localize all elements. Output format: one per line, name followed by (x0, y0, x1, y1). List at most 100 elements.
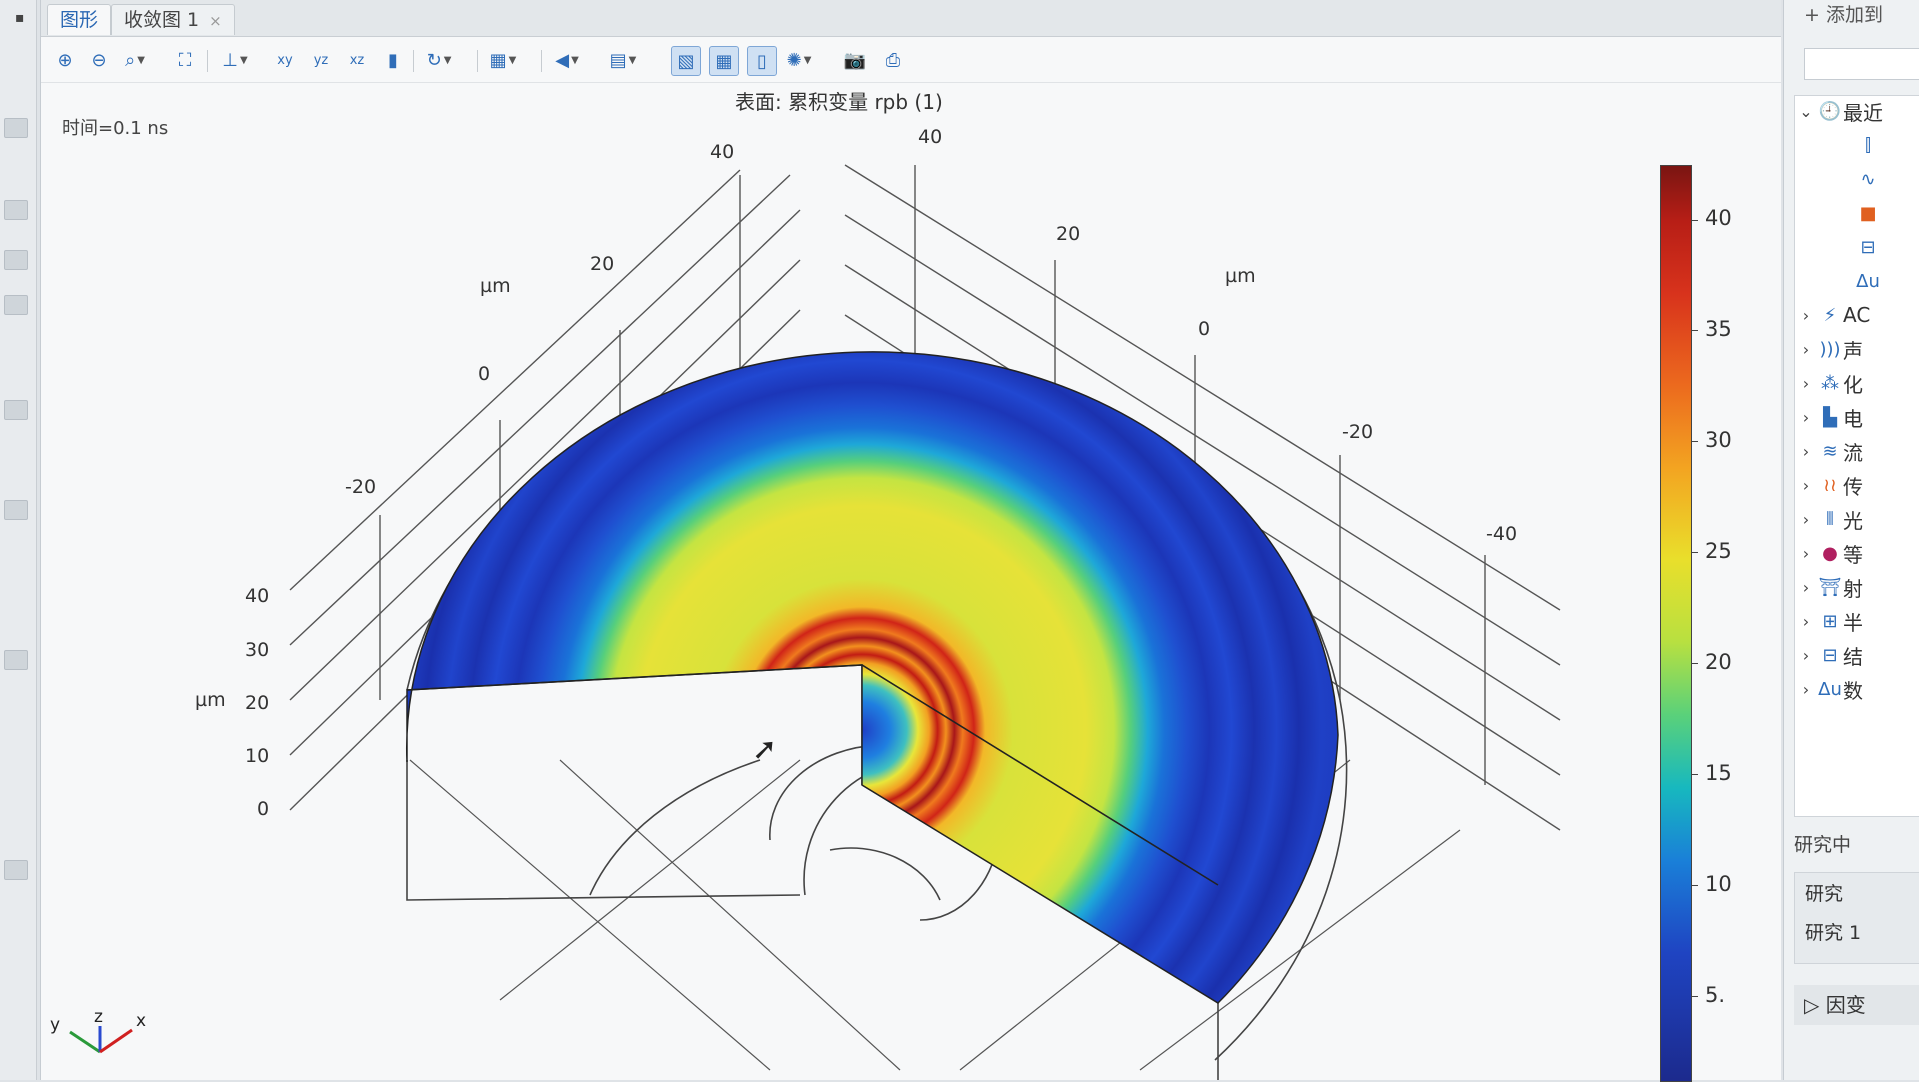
colorbar-label: 40 (1705, 206, 1732, 230)
delta-u-icon: Δu (1856, 270, 1880, 292)
colorbar-tick (1692, 552, 1698, 553)
svg-text:40: 40 (710, 141, 734, 163)
dependent-variables-label: 因变 (1825, 993, 1866, 1017)
colorbar-label: 35 (1705, 317, 1732, 341)
svg-text:µm: µm (195, 689, 226, 711)
svg-text:20: 20 (245, 692, 269, 714)
colorbar-tick (1692, 774, 1698, 775)
svg-text:µm: µm (1225, 265, 1256, 287)
heat-transfer-icon: ≀≀ (1823, 474, 1837, 496)
recent-item[interactable]: Δu (1855, 266, 1881, 296)
colorbar-tick (1692, 663, 1698, 664)
tree-item-label: 最近 (1843, 100, 1883, 125)
tree-item-label: 电 (1843, 406, 1863, 431)
recent-item[interactable]: ⊟ (1855, 232, 1881, 262)
tree-item[interactable]: › ≋ 流 (1795, 436, 1863, 466)
chevron-right-icon[interactable]: › (1795, 646, 1817, 665)
physics-panel: + 添加到 ⌄ 🕘 最近 ⫿ ∿ ■ ⊟ Δu › ⚡ AC ›))) 声 › ⁂ 化 ›… (1783, 0, 1919, 1080)
chevron-right-icon[interactable]: › (1795, 442, 1817, 461)
chevron-right-icon[interactable]: › (1795, 680, 1817, 699)
chevron-right-icon[interactable]: › (1795, 476, 1817, 495)
tree-item-label: 半 (1843, 610, 1863, 635)
axis-triad: y z x (50, 1007, 146, 1054)
tree-item-label: 数 (1843, 678, 1863, 703)
physics-tree: ⌄ 🕘 最近 ⫿ ∿ ■ ⊟ Δu › ⚡ AC ›))) 声 › ⁂ 化 › ▙ 电 › ≋ 流… (1794, 95, 1919, 817)
plot-title: 表面: 累积变量 rpb (1) (735, 90, 943, 114)
recent-item[interactable]: ■ (1855, 198, 1881, 228)
colorbar-label: 15 (1705, 761, 1732, 785)
svg-text:y: y (50, 1015, 60, 1035)
svg-text:30: 30 (245, 639, 269, 661)
colorbar-label: 5. (1705, 983, 1726, 1007)
tree-item-label: 光 (1843, 508, 1863, 533)
svg-text:-20: -20 (1342, 421, 1373, 443)
svg-text:z: z (94, 1007, 103, 1027)
color-legend-bar (1660, 165, 1692, 1082)
search-input[interactable] (1804, 48, 1919, 80)
svg-text:40: 40 (918, 126, 942, 148)
tree-item[interactable]: › ⚡ AC (1795, 300, 1871, 330)
flow-icon: ≋ (1822, 440, 1838, 462)
tree-item[interactable]: › ● 等 (1795, 538, 1863, 568)
tree-item[interactable]: › ⦀ 光 (1795, 504, 1863, 534)
tree-item[interactable]: ›))) 声 (1795, 334, 1863, 364)
tree-item[interactable]: › ▙ 电 (1795, 402, 1863, 432)
delta-u-icon: Δu (1818, 678, 1842, 700)
section-title: 研究中 (1794, 834, 1852, 856)
colorbar-label: 20 (1705, 650, 1732, 674)
study-list: 研究 研究 1 (1794, 872, 1919, 964)
colorbar-label: 10 (1705, 872, 1732, 896)
acoustics-icon: ))) (1819, 338, 1841, 360)
ac-icon: ⚡ (1823, 304, 1837, 326)
colorbar-tick (1692, 220, 1698, 221)
chevron-down-icon[interactable]: ⌄ (1795, 102, 1817, 121)
tree-item[interactable]: › ⊞ 半 (1795, 606, 1863, 636)
radiation-icon: ⛩ (1818, 576, 1842, 598)
chevron-right-icon[interactable]: › (1795, 578, 1817, 597)
plasma-icon: ● (1822, 542, 1838, 564)
tree-item-label: AC (1843, 303, 1871, 327)
chevron-right-icon[interactable]: › (1795, 408, 1817, 427)
colorbar-label: 30 (1705, 428, 1732, 452)
tree-item[interactable]: › Δu 数 (1795, 674, 1863, 704)
tree-item[interactable]: › ≀≀ 传 (1795, 470, 1863, 500)
recent-item[interactable]: ⫿ (1855, 130, 1881, 160)
clock-icon: 🕘 (1818, 100, 1842, 122)
svg-text:-20: -20 (345, 476, 376, 498)
chevron-right-icon[interactable]: › (1795, 544, 1817, 563)
colorbar-tick (1692, 996, 1698, 997)
tree-item-label: 结 (1843, 644, 1863, 669)
study-item[interactable]: 研究 (1795, 873, 1919, 912)
chevron-right-icon[interactable]: › (1795, 340, 1817, 359)
mouse-cursor-icon: ➚ (752, 732, 778, 767)
semiconductor-icon: ⊞ (1822, 610, 1838, 632)
electrochem-icon: ▙ (1823, 406, 1837, 428)
tree-item[interactable]: › ⁂ 化 (1795, 368, 1863, 398)
heat-icon: ■ (1859, 202, 1877, 224)
tree-item-label: 化 (1843, 372, 1863, 397)
svg-text:x: x (136, 1011, 146, 1031)
study-item[interactable]: 研究 1 (1795, 912, 1919, 951)
tree-item[interactable]: › ⛩ 射 (1795, 572, 1863, 602)
axis-ticks-z: 40 30 20 10 0 µm (195, 585, 269, 820)
svg-text:0: 0 (478, 363, 490, 385)
chemistry-icon: ⁂ (1821, 372, 1839, 394)
chevron-right-icon[interactable]: › (1795, 374, 1817, 393)
tree-item[interactable]: › ⊟ 结 (1795, 640, 1863, 670)
wave-icon: ∿ (1860, 168, 1876, 190)
dependent-variables-item[interactable]: ▷ 因变 (1794, 985, 1919, 1025)
plot-canvas[interactable]: 40 20 0 -20 µm 40 20 0 -20 -40 µm 40 30 … (0, 0, 1919, 1080)
colorbar-tick (1692, 441, 1698, 442)
recent-item[interactable]: ∿ (1855, 164, 1881, 194)
colorbar-tick (1692, 885, 1698, 886)
physics-icon: ⫿ (1865, 134, 1871, 156)
add-to-button[interactable]: + 添加到 (1804, 0, 1883, 27)
tree-item-recent[interactable]: ⌄ 🕘 最近 (1795, 96, 1883, 126)
svg-text:20: 20 (590, 253, 614, 275)
svg-text:0: 0 (1198, 318, 1210, 340)
optics-icon: ⦀ (1826, 508, 1834, 530)
result-surface[interactable] (405, 351, 1339, 1004)
chevron-right-icon[interactable]: › (1795, 510, 1817, 529)
chevron-right-icon[interactable]: › (1795, 306, 1817, 325)
chevron-right-icon[interactable]: › (1795, 612, 1817, 631)
